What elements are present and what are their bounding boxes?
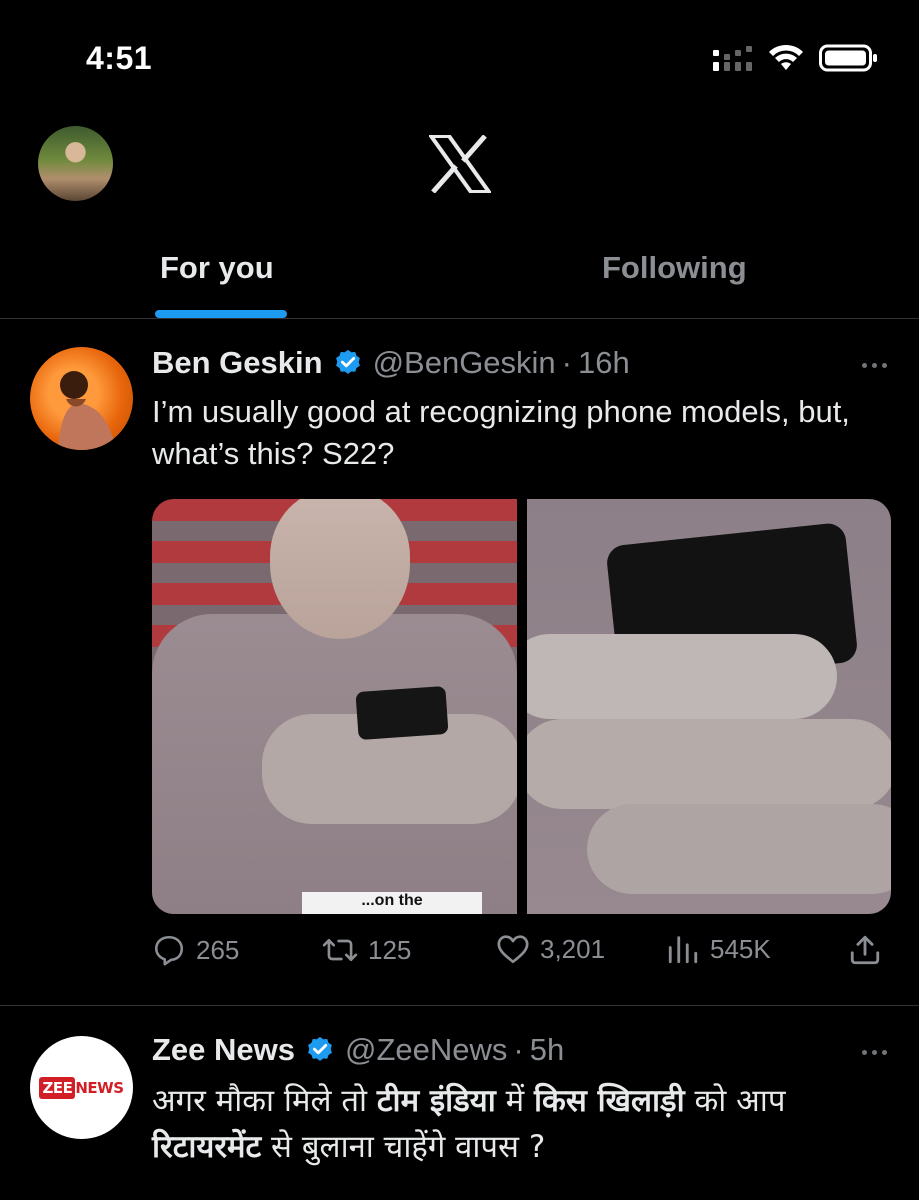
reply-icon — [154, 935, 184, 966]
text-segment-bold: किस खिलाड़ी — [534, 1083, 685, 1119]
verified-badge-icon — [333, 348, 363, 378]
tweet-media[interactable]: ...on the — [152, 499, 891, 914]
author-name[interactable]: Zee News — [152, 1032, 295, 1068]
active-tab-indicator — [155, 310, 287, 318]
reply-button[interactable]: 265 — [152, 933, 239, 967]
status-icons — [713, 44, 879, 72]
tweet[interactable]: Ben Geskin @BenGeskin · 16h I’m usually … — [0, 319, 919, 1006]
like-count: 3,201 — [540, 933, 606, 964]
author-avatar[interactable]: ZEE NEWS — [30, 1036, 133, 1139]
author-avatar[interactable] — [30, 347, 133, 450]
author-name[interactable]: Ben Geskin — [152, 345, 323, 381]
reply-count: 265 — [196, 934, 240, 965]
like-button[interactable]: 3,201 — [496, 933, 605, 965]
timeline-tabs: For you Following — [0, 230, 919, 319]
tweet-timestamp[interactable]: 5h — [530, 1032, 564, 1068]
logo-news-text: NEWS — [75, 1078, 124, 1097]
text-segment: में — [495, 1083, 534, 1119]
media-caption: ...on the — [302, 892, 482, 914]
repost-count: 125 — [368, 934, 412, 965]
tweet-header: Zee News @ZeeNews · 5h — [152, 1032, 564, 1068]
tweet-header: Ben Geskin @BenGeskin · 16h — [152, 345, 630, 381]
text-segment: अगर मौका मिले तो — [152, 1083, 377, 1119]
separator-dot: · — [513, 1032, 524, 1067]
profile-avatar[interactable] — [38, 126, 113, 201]
share-button[interactable] — [848, 933, 882, 967]
repost-icon — [322, 938, 358, 962]
share-icon — [850, 935, 880, 965]
text-segment: से बुलाना चाहेंगे वापस ? — [261, 1129, 546, 1165]
media-image-left[interactable]: ...on the — [152, 499, 517, 914]
status-bar: 4:51 — [0, 0, 919, 110]
tab-for-you[interactable]: For you — [160, 250, 274, 286]
tweet-timestamp[interactable]: 16h — [578, 345, 630, 381]
author-handle[interactable]: @BenGeskin — [373, 345, 556, 381]
wifi-icon — [769, 44, 803, 70]
views-count: 545K — [710, 933, 771, 964]
views-chart-icon — [668, 936, 698, 964]
zee-news-logo: ZEE NEWS — [39, 1076, 124, 1099]
more-options-icon[interactable] — [862, 1050, 887, 1055]
tweet-text: अगर मौका मिले तो टीम इंडिया में किस खिला… — [152, 1078, 892, 1170]
heart-icon — [497, 935, 529, 964]
tab-following[interactable]: Following — [602, 250, 747, 286]
battery-icon — [819, 44, 877, 72]
cellular-signal-icon — [713, 46, 752, 71]
tweet-actions: 265 125 3,201 545K — [152, 933, 892, 977]
repost-button[interactable]: 125 — [322, 933, 411, 967]
text-segment-bold: टीम इंडिया — [376, 1083, 496, 1119]
person-silhouette-icon — [58, 371, 116, 450]
text-segment-bold: रिटायरमेंट — [152, 1129, 262, 1165]
author-handle[interactable]: @ZeeNews — [345, 1032, 507, 1068]
tweet[interactable]: ZEE NEWS Zee News @ZeeNews · 5h अगर मौका … — [0, 1006, 919, 1200]
separator-dot: · — [561, 345, 572, 380]
status-time: 4:51 — [86, 40, 153, 76]
text-segment: को आप — [684, 1083, 786, 1119]
media-image-right[interactable] — [526, 499, 891, 914]
tweet-text: I’m usually good at recognizing phone mo… — [152, 394, 850, 471]
logo-zee-text: ZEE — [39, 1076, 76, 1099]
x-logo-icon — [429, 135, 491, 193]
verified-badge-icon — [305, 1035, 335, 1065]
more-options-icon[interactable] — [862, 363, 887, 368]
views-button[interactable]: 545K — [666, 933, 771, 965]
